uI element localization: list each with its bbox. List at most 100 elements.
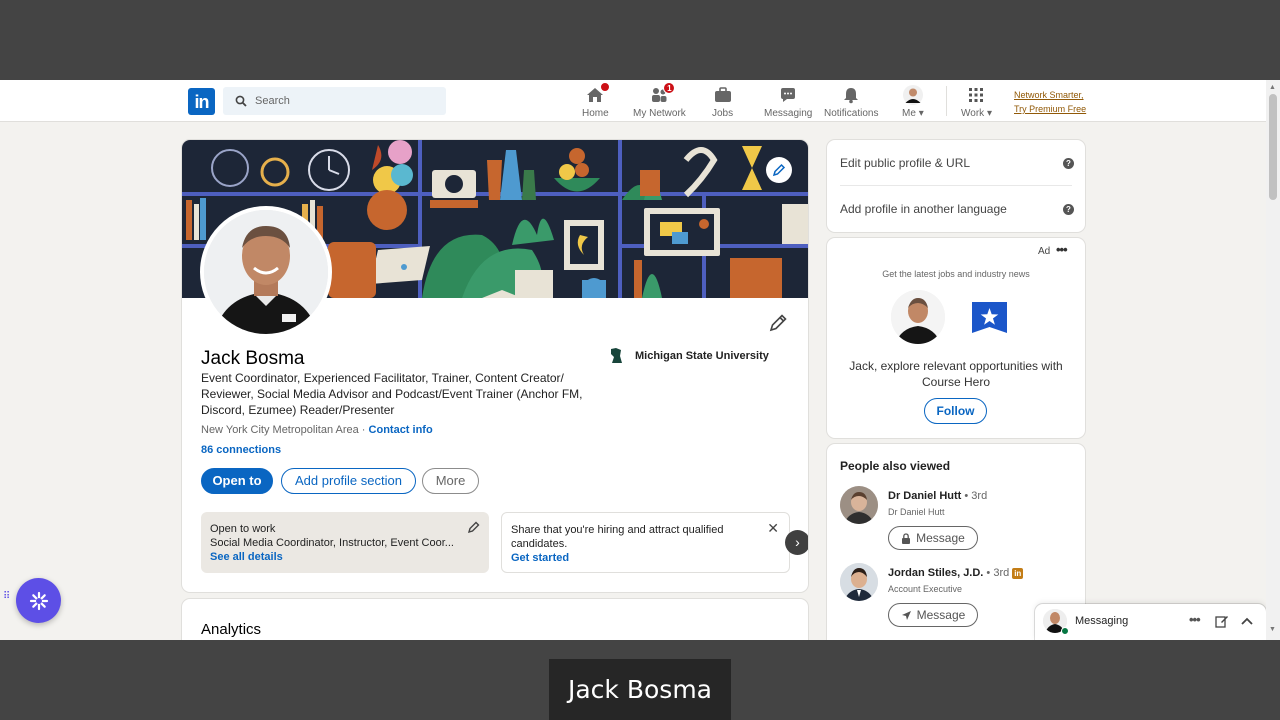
- avatar[interactable]: [840, 563, 878, 601]
- premium-line-2: Try Premium Free: [1014, 104, 1087, 114]
- connections-link[interactable]: 86 connections: [201, 444, 281, 456]
- msu-logo-icon: [611, 348, 622, 363]
- message-button[interactable]: Message: [888, 603, 978, 627]
- me-avatar: [902, 85, 923, 105]
- try-premium-link[interactable]: Network Smarter, Try Premium Free: [1014, 88, 1086, 116]
- nav-notifications[interactable]: Notifications: [824, 83, 878, 121]
- online-status-dot: [1061, 627, 1069, 635]
- message-button[interactable]: Message: [888, 526, 978, 550]
- chevron-up-icon[interactable]: [1240, 614, 1254, 628]
- nav-me[interactable]: Me ▾: [902, 83, 924, 121]
- more-options-icon[interactable]: •••: [1189, 612, 1201, 627]
- nav-home[interactable]: Home: [582, 82, 611, 121]
- carousel-next-button[interactable]: ›: [785, 530, 808, 555]
- network-icon: 1: [649, 82, 676, 105]
- premium-line-1: Network Smarter,: [1014, 90, 1084, 100]
- grid-icon: [966, 85, 986, 105]
- get-started-link[interactable]: Get started: [511, 551, 780, 565]
- profile-location: New York City Metropolitan Area: [201, 424, 359, 436]
- bell-icon: [841, 85, 861, 105]
- assistant-button[interactable]: [16, 578, 61, 623]
- person-subtitle: Dr Daniel Hutt: [888, 507, 945, 517]
- open-to-work-title: Open to work: [210, 523, 276, 535]
- divider: [840, 185, 1072, 186]
- school-name: Michigan State University: [635, 350, 769, 362]
- nav-messaging[interactable]: Messaging: [764, 83, 812, 121]
- nav-my-network-label: My Network: [633, 108, 686, 119]
- nav-home-label: Home: [582, 108, 609, 119]
- follow-button[interactable]: Follow: [924, 398, 987, 424]
- pencil-icon[interactable]: [467, 521, 480, 534]
- edit-intro-button[interactable]: [768, 313, 788, 338]
- browser-viewport: in Home 1 My Network Jobs: [0, 80, 1280, 640]
- ad-user-avatar: [891, 290, 945, 344]
- compose-icon[interactable]: [1215, 614, 1229, 628]
- people-also-viewed-title: People also viewed: [840, 459, 951, 473]
- lock-icon: [902, 532, 911, 544]
- profile-headline: Event Coordinator, Experienced Facilitat…: [201, 371, 583, 417]
- search-icon: [235, 95, 247, 107]
- add-profile-section-button[interactable]: Add profile section: [281, 468, 416, 494]
- chat-bubble-icon: [778, 85, 798, 105]
- scroll-up-icon[interactable]: ▲: [1269, 84, 1276, 91]
- messaging-dock[interactable]: Messaging •••: [1035, 604, 1266, 640]
- nav-work-label: Work: [961, 108, 985, 119]
- scroll-down-icon[interactable]: ▼: [1269, 626, 1276, 633]
- nav-jobs[interactable]: Jobs: [712, 83, 733, 121]
- analytics-title: Analytics: [201, 621, 262, 638]
- analytics-card: Analytics: [182, 599, 808, 640]
- education-link[interactable]: Michigan State University: [607, 347, 769, 365]
- share-hiring-card[interactable]: Share that you're hiring and attract qua…: [501, 512, 790, 573]
- linkedin-logo[interactable]: in: [188, 88, 215, 115]
- person-name: Dr Daniel Hutt: [888, 490, 962, 502]
- help-icon[interactable]: ?: [1063, 203, 1074, 215]
- ad-card: Ad ••• Get the latest jobs and industry …: [827, 238, 1085, 438]
- add-language-link[interactable]: Add profile in another language ?: [840, 202, 1074, 216]
- nav-me-label: Me: [902, 108, 916, 119]
- help-icon[interactable]: ?: [1063, 157, 1074, 169]
- edit-public-profile-link[interactable]: Edit public profile & URL ?: [840, 156, 1074, 170]
- message-button-label: Message: [916, 608, 966, 622]
- contact-info-link[interactable]: Contact info: [369, 424, 433, 436]
- location-separator: ·: [358, 424, 369, 436]
- page-scrollbar[interactable]: ▲ ▼: [1266, 80, 1280, 640]
- profile-top-card: Jack Bosma Event Coordinator, Experience…: [182, 140, 808, 592]
- open-to-work-roles: Social Media Coordinator, Instructor, Ev…: [210, 537, 454, 549]
- pencil-icon: [772, 163, 786, 177]
- chevron-right-icon: ›: [795, 534, 800, 550]
- nav-notifications-label: Notifications: [824, 108, 879, 119]
- profile-photo[interactable]: [200, 206, 332, 338]
- home-notification-dot: [600, 82, 611, 92]
- network-badge: 1: [663, 82, 676, 94]
- open-to-work-card[interactable]: Open to work Social Media Coordinator, I…: [201, 512, 489, 573]
- send-icon: [901, 610, 911, 620]
- more-button[interactable]: More: [422, 468, 479, 494]
- search-box[interactable]: [223, 87, 446, 115]
- nav-work[interactable]: Work ▾: [961, 83, 992, 121]
- pencil-icon: [769, 314, 787, 332]
- more-options-icon[interactable]: •••: [1056, 242, 1068, 257]
- nav-my-network[interactable]: 1 My Network: [633, 82, 686, 121]
- ad-text: Jack, explore relevant opportunities wit…: [849, 359, 1063, 389]
- global-nav: in Home 1 My Network Jobs: [0, 80, 1266, 122]
- hiring-text-bold: Share that you're hiring: [511, 524, 625, 536]
- connection-degree: • 3rd: [961, 490, 988, 502]
- course-hero-logo-icon: [972, 302, 1007, 333]
- see-all-details-link[interactable]: See all details: [210, 550, 480, 564]
- nav-messaging-label: Messaging: [764, 108, 813, 119]
- profile-settings-card: Edit public profile & URL ? Add profile …: [827, 140, 1085, 232]
- open-to-button[interactable]: Open to: [201, 468, 273, 494]
- chevron-down-icon: ▾: [986, 108, 992, 119]
- drag-handle-icon[interactable]: ⠿: [3, 592, 10, 602]
- nav-jobs-label: Jobs: [712, 108, 734, 119]
- ad-tagline: Get the latest jobs and industry news: [882, 269, 1030, 279]
- add-language-label: Add profile in another language: [840, 202, 1007, 216]
- ad-label: Ad: [1038, 246, 1051, 257]
- close-icon[interactable]: ✕: [767, 521, 779, 535]
- search-input[interactable]: [255, 95, 425, 107]
- profile-name: Jack Bosma: [201, 348, 305, 369]
- edit-banner-button[interactable]: [766, 157, 792, 183]
- scrollbar-thumb[interactable]: [1269, 94, 1277, 200]
- avatar[interactable]: [840, 486, 878, 524]
- chevron-down-icon: ▾: [918, 108, 924, 119]
